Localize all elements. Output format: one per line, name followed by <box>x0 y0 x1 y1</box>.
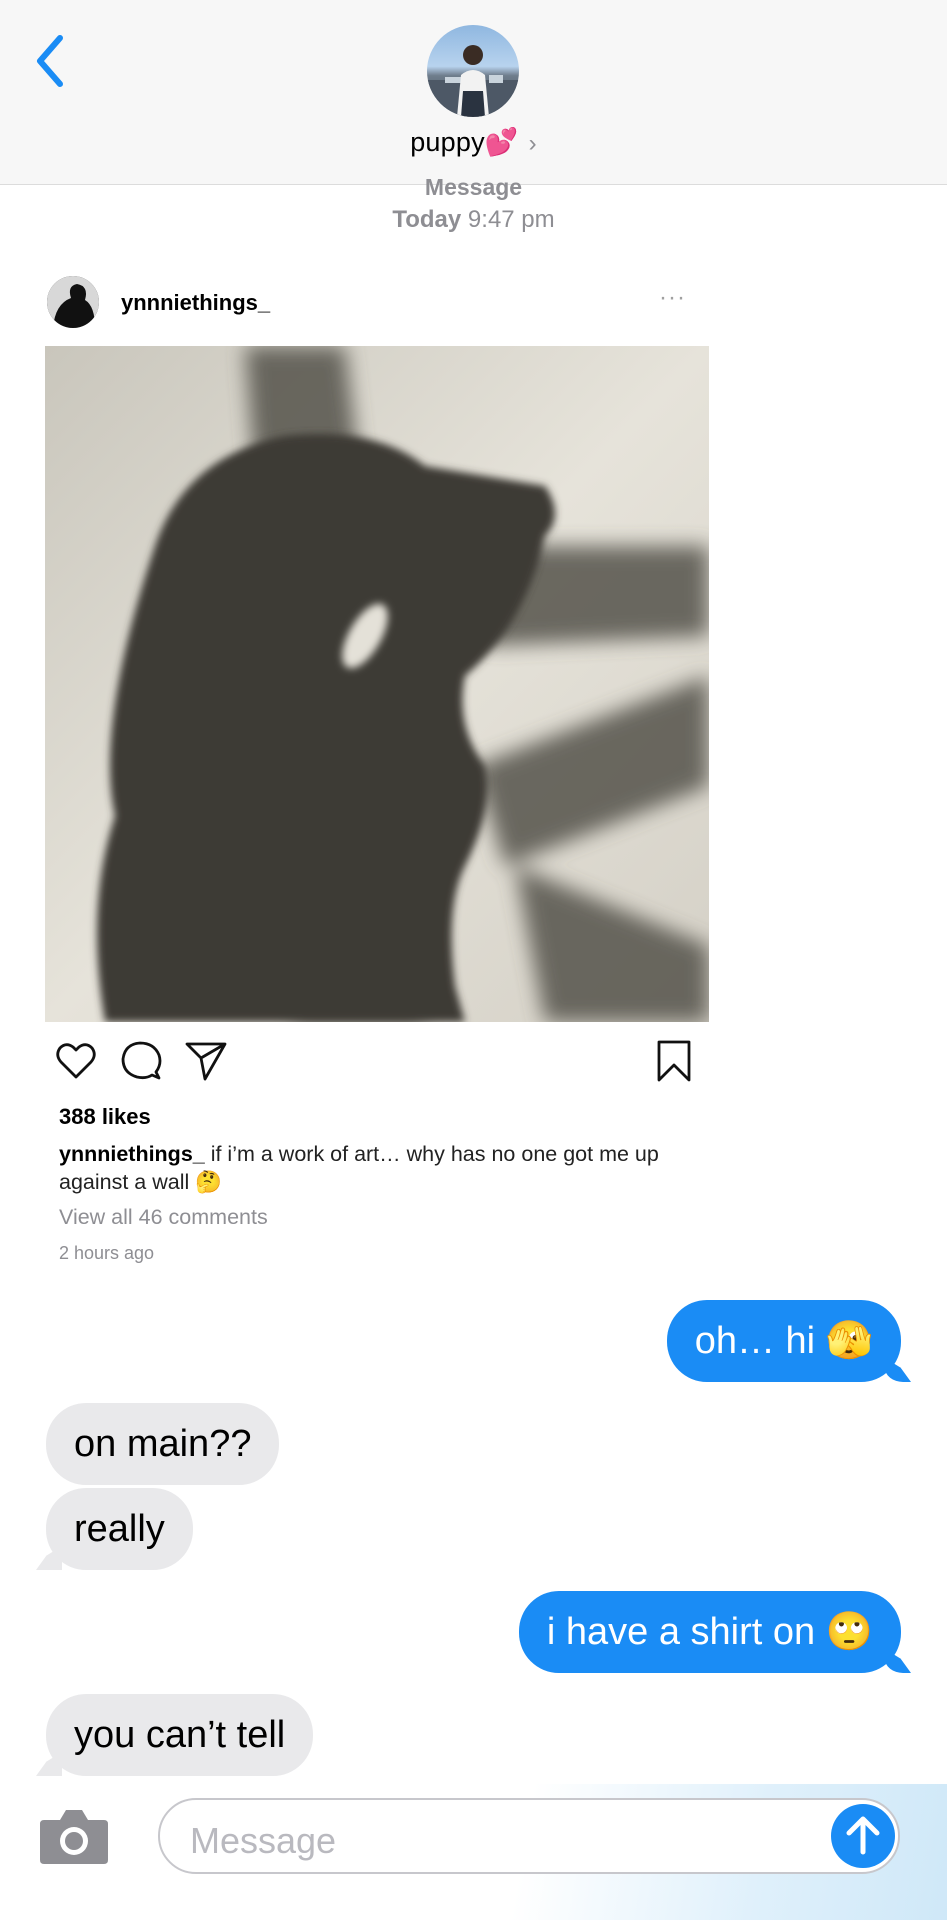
message-composer: Message <box>0 1784 947 1920</box>
caption-username[interactable]: ynnniethings_ <box>59 1142 205 1166</box>
timestamp-day: Today <box>392 206 462 233</box>
post-actions <box>53 1038 703 1088</box>
timestamp-time: 9:47 pm <box>467 206 555 233</box>
contact-name: puppy💕 <box>410 127 519 157</box>
view-comments-link[interactable]: View all 46 comments <box>59 1205 268 1230</box>
contact-name-row[interactable]: puppy💕 › <box>0 126 947 158</box>
conversation-timestamp: Today 9:47 pm <box>0 206 947 234</box>
camera-button[interactable] <box>38 1806 110 1866</box>
comment-icon[interactable] <box>118 1038 164 1084</box>
post-caption: ynnniethings_ if i’m a work of art… why … <box>59 1140 699 1196</box>
camera-icon <box>40 1810 108 1864</box>
back-button[interactable] <box>28 30 78 90</box>
heart-icon[interactable] <box>53 1038 99 1084</box>
conversation-header: puppy💕 › <box>0 0 947 185</box>
like-count[interactable]: 388 likes <box>59 1104 151 1130</box>
chevron-left-icon <box>37 35 63 87</box>
post-author-avatar[interactable] <box>47 276 99 328</box>
send-button[interactable] <box>831 1804 895 1868</box>
message-bubble-received[interactable]: really <box>46 1488 193 1570</box>
bookmark-icon[interactable] <box>651 1038 697 1084</box>
message-bubble-sent[interactable]: oh… hi 🫣 <box>666 1300 901 1382</box>
arrow-up-icon <box>846 1816 880 1855</box>
share-icon[interactable] <box>183 1038 229 1084</box>
post-username[interactable]: ynnniethings_ <box>121 290 270 316</box>
chevron-right-icon: › <box>528 130 537 157</box>
post-time: 2 hours ago <box>59 1243 155 1263</box>
post-photo[interactable] <box>45 346 709 1022</box>
message-bubble-sent[interactable]: i have a shirt on 🙄 <box>518 1591 901 1673</box>
message-input[interactable]: Message <box>158 1798 900 1874</box>
message-label: Message <box>424 174 523 200</box>
contact-avatar[interactable] <box>427 25 519 117</box>
message-bubble-received[interactable]: you can’t tell <box>46 1694 314 1776</box>
message-bubble-received[interactable]: on main?? <box>46 1403 280 1485</box>
more-options-icon[interactable]: ··· <box>659 284 686 312</box>
